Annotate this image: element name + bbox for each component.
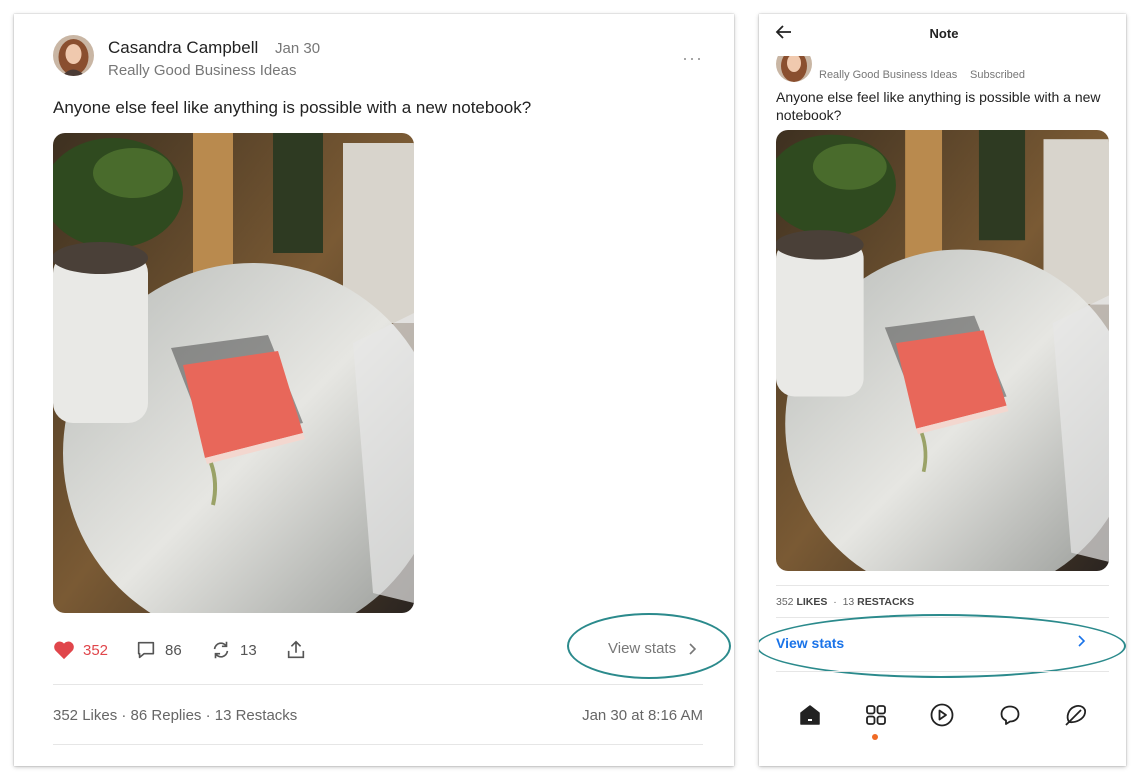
reply-button[interactable]: 86 bbox=[135, 638, 182, 662]
chat-icon bbox=[1000, 705, 1020, 725]
tab-video[interactable] bbox=[927, 700, 957, 730]
tab-compose[interactable] bbox=[1061, 700, 1091, 730]
note-image[interactable] bbox=[53, 133, 414, 613]
note-text: Anyone else feel like anything is possib… bbox=[776, 89, 1101, 123]
separator: · bbox=[833, 596, 837, 608]
tab-chat[interactable] bbox=[995, 700, 1025, 730]
divider bbox=[776, 617, 1109, 618]
play-icon bbox=[930, 703, 954, 727]
post-timestamp[interactable]: Jan 30 at 8:16 AM bbox=[582, 707, 703, 724]
screen-title: Note bbox=[929, 26, 959, 41]
divider bbox=[776, 585, 1109, 586]
comment-icon bbox=[137, 641, 155, 659]
author-name[interactable]: Casandra Campbell bbox=[108, 38, 258, 58]
restacks-number: 13 bbox=[842, 596, 855, 608]
view-stats-link[interactable]: View stats bbox=[608, 640, 698, 657]
tab-home[interactable] bbox=[795, 700, 825, 730]
mobile-note-screen: Note Note Really Good Business Ideas Sub… bbox=[759, 14, 1126, 766]
share-button[interactable] bbox=[285, 638, 307, 662]
engagement-summary[interactable]: 352 Likes · 86 Replies · 13 Restacks bbox=[53, 707, 297, 724]
divider bbox=[776, 671, 1109, 672]
subscribed-label[interactable]: Subscribed bbox=[970, 69, 1025, 81]
restack-count: 13 bbox=[240, 641, 257, 659]
notification-dot bbox=[872, 734, 878, 740]
home-icon bbox=[800, 705, 820, 725]
post-date[interactable]: Jan 30 bbox=[275, 40, 320, 57]
publication-name[interactable]: Really Good Business Ideas bbox=[108, 62, 296, 79]
share-icon bbox=[287, 640, 305, 659]
note-image[interactable] bbox=[776, 130, 1109, 571]
restack-button[interactable]: 13 bbox=[210, 638, 257, 662]
likes-label: LIKES bbox=[796, 596, 828, 608]
grid-icon bbox=[866, 705, 886, 725]
tab-explore[interactable] bbox=[861, 700, 891, 730]
engagement-summary[interactable]: 352 LIKES · 13 RESTACKS bbox=[776, 596, 914, 608]
publication-name[interactable]: Really Good Business Ideas bbox=[819, 69, 957, 81]
desktop-note-card: Casandra Campbell Jan 30 Really Good Bus… bbox=[14, 14, 734, 766]
like-button[interactable]: 352 bbox=[53, 638, 108, 662]
view-stats-link[interactable]: View stats bbox=[776, 635, 844, 651]
divider bbox=[53, 744, 703, 745]
chevron-right-icon bbox=[689, 642, 697, 655]
author-avatar[interactable] bbox=[53, 35, 94, 76]
note-text: Anyone else feel like anything is possib… bbox=[53, 98, 532, 117]
compose-icon bbox=[1065, 705, 1087, 726]
chevron-right-icon[interactable] bbox=[1077, 634, 1087, 653]
like-count: 352 bbox=[83, 641, 109, 659]
view-stats-label: View stats bbox=[608, 640, 677, 657]
more-options-icon[interactable]: ··· bbox=[682, 48, 703, 69]
divider bbox=[53, 684, 703, 685]
restack-icon bbox=[213, 641, 229, 659]
reply-count: 86 bbox=[165, 641, 182, 659]
likes-number: 352 bbox=[776, 596, 794, 608]
heart-icon bbox=[54, 641, 74, 660]
restacks-label: RESTACKS bbox=[857, 596, 915, 608]
